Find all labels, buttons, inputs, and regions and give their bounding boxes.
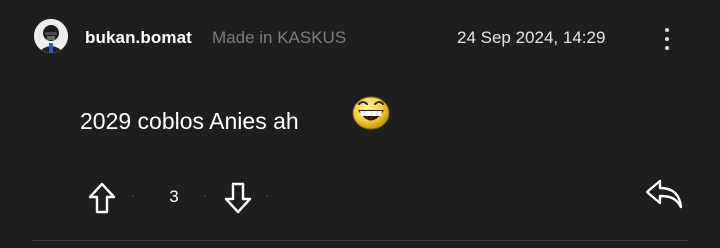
- vote-count: 3: [169, 187, 179, 206]
- laughing-smiley-icon: [352, 96, 390, 130]
- reply-button[interactable]: [643, 176, 685, 212]
- downvote-button[interactable]: [222, 180, 254, 216]
- more-vertical-icon-dot: [665, 46, 669, 50]
- separator-dot: [204, 195, 206, 197]
- avatar-image: [34, 19, 68, 53]
- more-vertical-icon-dot: [665, 37, 669, 41]
- arrow-up-icon: [88, 182, 116, 214]
- avatar[interactable]: [34, 19, 68, 53]
- author-name[interactable]: bukan.bomat: [85, 28, 192, 48]
- arrow-down-icon: [224, 182, 252, 214]
- post-card: bukan.bomat Made in KASKUS 24 Sep 2024, …: [0, 0, 720, 248]
- more-vertical-icon: [665, 28, 669, 32]
- reply-icon: [645, 179, 683, 209]
- more-options-button[interactable]: [656, 24, 678, 54]
- separator-dot: [132, 195, 134, 197]
- separator-dot: [266, 195, 268, 197]
- post-timestamp: 24 Sep 2024, 14:29: [457, 28, 606, 47]
- made-in-label: Made in KASKUS: [212, 28, 347, 47]
- post-body-text: 2029 coblos Anies ah: [80, 108, 299, 134]
- upvote-button[interactable]: [86, 180, 118, 216]
- post-divider: [32, 240, 688, 241]
